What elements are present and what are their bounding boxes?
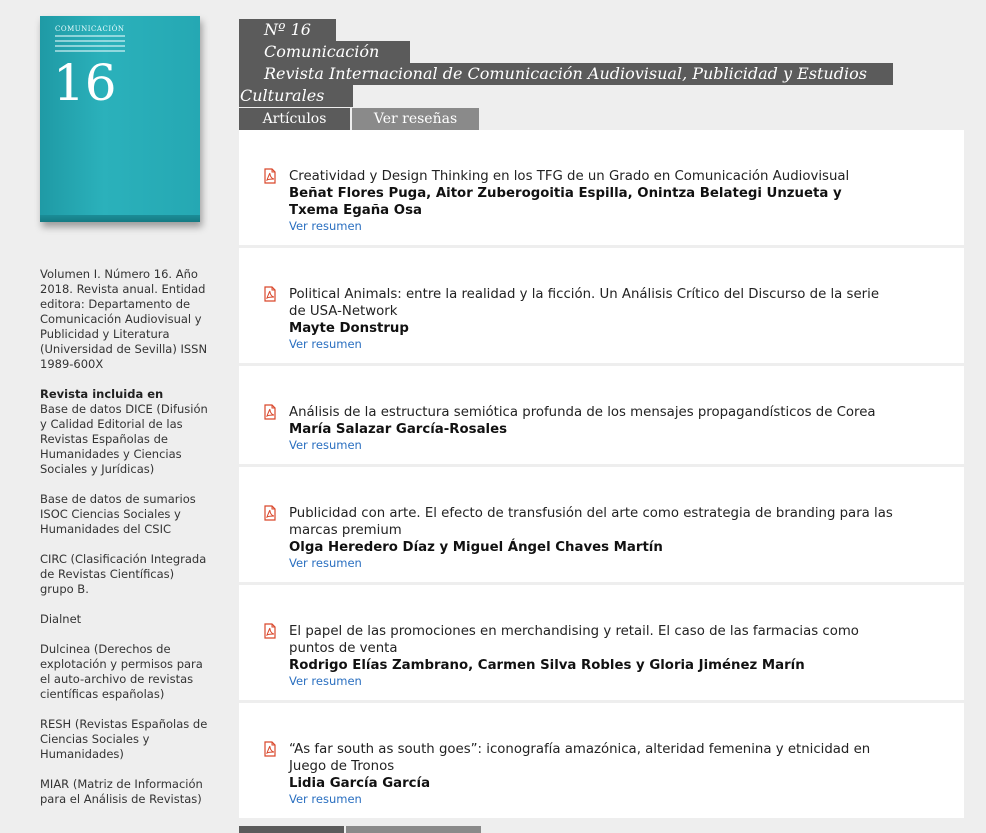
cover-subtitle-lines [55,35,125,55]
article-item: Publicidad con arte. El efecto de transf… [239,467,964,582]
journal-subtitle-line2: Culturales [239,85,353,107]
article-item: El papel de las promociones en merchandi… [239,585,964,700]
article-title[interactable]: Political Animals: entre la realidad y l… [289,286,894,320]
pdf-icon[interactable] [262,623,278,639]
journal-cover: COMUNICACIÓN 16 [40,16,200,222]
journal-info-sidebar: Volumen I. Número 16. Año 2018. Revista … [40,267,210,822]
article-authors: Mayte Donstrup [289,321,409,336]
indexing-heading: Revista incluida en [40,387,164,401]
indexing-item: Base de datos de sumarios ISOC Ciencias … [40,492,196,536]
indexing-item: Base de datos DICE (Difusión y Calidad E… [40,402,208,476]
view-abstract-link[interactable]: Ver resumen [289,556,894,571]
article-authors: Olga Heredero Díaz y Miguel Ángel Chaves… [289,540,663,555]
indexing-item: CIRC (Clasificación Integrada de Revista… [40,552,207,596]
journal-name: Comunicación [239,41,410,63]
pdf-icon[interactable] [262,741,278,757]
article-title[interactable]: Análisis de la estructura semiótica prof… [289,404,894,421]
cover-brand: COMUNICACIÓN [55,25,125,33]
article-title[interactable]: Publicidad con arte. El efecto de transf… [289,505,894,539]
article-list: Creatividad y Design Thinking en los TFG… [239,130,964,821]
pdf-icon[interactable] [262,404,278,420]
indexing-list: Revista incluida en Base de datos DICE (… [40,387,210,807]
volume-info: Volumen I. Número 16. Año 2018. Revista … [40,267,208,371]
tab-ver-resenas[interactable]: Ver reseñas [352,108,479,130]
pdf-icon[interactable] [262,505,278,521]
indexing-item: MIAR (Matriz de Información para el Anál… [40,777,203,806]
view-abstract-link[interactable]: Ver resumen [289,674,894,689]
article-item: Political Animals: entre la realidad y l… [239,248,964,363]
view-abstract-link[interactable]: Ver resumen [289,219,894,234]
view-abstract-link[interactable]: Ver resumen [289,438,894,453]
tab-articulos[interactable]: Artículos [239,108,350,130]
pdf-icon[interactable] [262,286,278,302]
article-title[interactable]: “As far south as south goes”: iconografí… [289,741,894,775]
indexing-item: Dulcinea (Derechos de explotación y perm… [40,642,203,701]
view-abstract-link[interactable]: Ver resumen [289,792,894,807]
cover-issue-number: 16 [53,54,117,112]
article-title[interactable]: Creatividad y Design Thinking en los TFG… [289,168,894,185]
article-authors: Lidia García García [289,776,431,791]
view-abstract-link[interactable]: Ver resumen [289,337,894,352]
bottom-tab-ver-resenas[interactable] [346,826,481,833]
indexing-item: Dialnet [40,612,82,626]
article-authors: Beñat Flores Puga, Aitor Zuberogoitia Es… [289,186,842,218]
journal-subtitle-line1: Revista Internacional de Comunicación Au… [239,63,893,85]
bottom-tab-articulos[interactable] [239,826,344,833]
article-authors: Rodrigo Elías Zambrano, Carmen Silva Rob… [289,658,805,673]
indexing-item: RESH (Revistas Españolas de Ciencias Soc… [40,717,208,761]
article-item: Análisis de la estructura semiótica prof… [239,366,964,464]
article-title[interactable]: El papel de las promociones en merchandi… [289,623,894,657]
article-item: Creatividad y Design Thinking en los TFG… [239,130,964,245]
pdf-icon[interactable] [262,168,278,184]
article-authors: María Salazar García-Rosales [289,422,508,437]
article-item: “As far south as south goes”: iconografí… [239,703,964,818]
issue-number: Nº 16 [239,19,336,41]
